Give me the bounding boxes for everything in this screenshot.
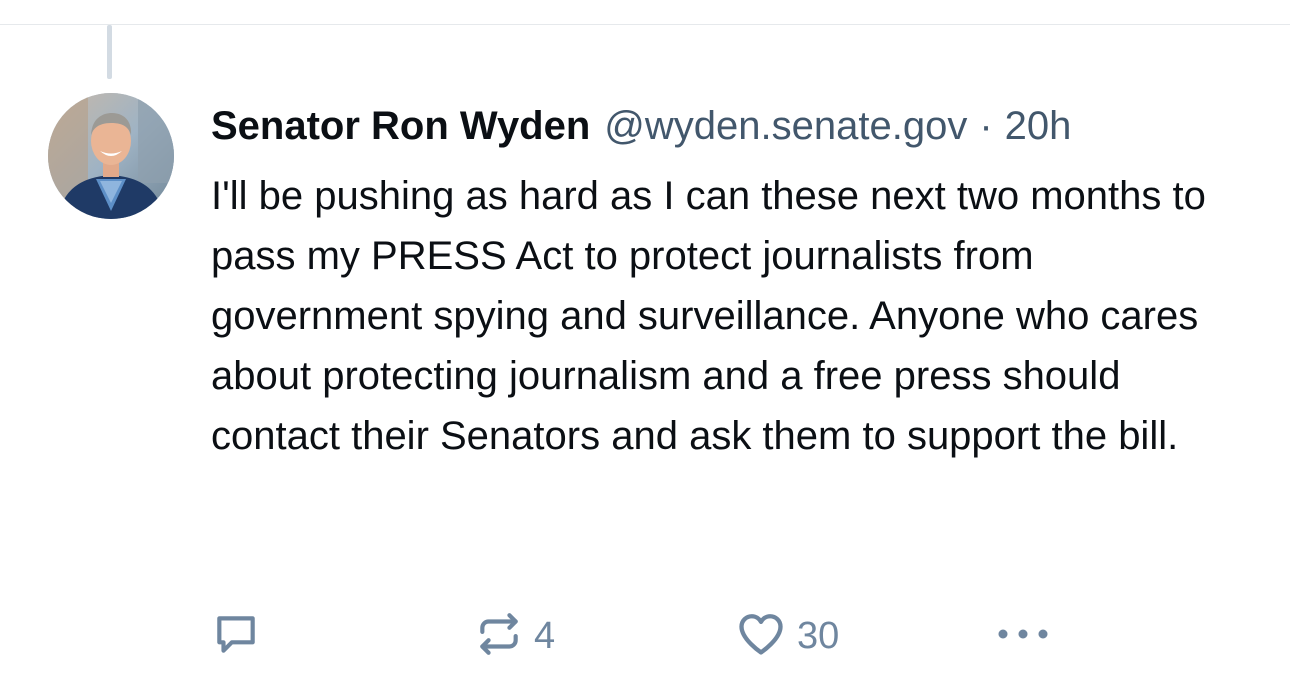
like-count: 30	[797, 614, 840, 657]
thread-line	[107, 25, 112, 79]
like-button[interactable]: 30	[735, 604, 839, 668]
post-actions: 4 30	[0, 604, 1290, 668]
header-separator: ·	[979, 104, 993, 148]
post-header: Senator Ron Wyden @wyden.senate.gov · 20…	[211, 96, 1071, 156]
author-display-name[interactable]: Senator Ron Wyden	[211, 96, 590, 156]
author-handle[interactable]: @wyden.senate.gov	[604, 96, 967, 156]
repost-icon	[474, 609, 524, 664]
heart-icon	[735, 608, 787, 665]
more-options-button[interactable]	[993, 604, 1053, 668]
post-timestamp[interactable]: 20h	[1005, 96, 1072, 156]
reply-button[interactable]	[211, 604, 261, 668]
top-divider	[0, 24, 1290, 25]
repost-count: 4	[534, 614, 556, 657]
reply-icon	[211, 609, 261, 664]
avatar[interactable]	[48, 93, 174, 219]
repost-button[interactable]: 4	[474, 604, 555, 668]
more-options-icon	[993, 614, 1053, 659]
post-text: I'll be pushing as hard as I can these n…	[211, 174, 1206, 458]
